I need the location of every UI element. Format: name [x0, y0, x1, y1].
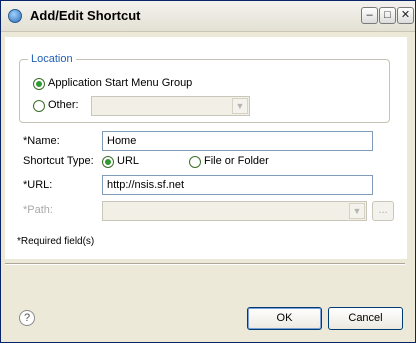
type-file-label[interactable]: File or Folder	[204, 155, 269, 167]
other-label[interactable]: Other:	[48, 99, 79, 111]
other-combo[interactable]: ▼	[91, 96, 250, 116]
type-url-radio[interactable]	[102, 156, 114, 168]
type-file-radio[interactable]	[189, 156, 201, 168]
maximize-icon: □	[384, 9, 391, 21]
url-label: *URL:	[23, 179, 53, 191]
path-label: *Path:	[23, 204, 53, 216]
help-icon: ?	[23, 312, 31, 324]
chevron-down-icon[interactable]: ▼	[232, 98, 248, 114]
shortcut-type-label: Shortcut Type:	[23, 155, 94, 167]
start-menu-radio[interactable]	[33, 78, 45, 90]
chevron-down-icon[interactable]: ▼	[349, 203, 365, 219]
footer-separator	[5, 263, 405, 265]
ok-button[interactable]: OK	[247, 307, 322, 330]
name-input[interactable]	[102, 131, 373, 151]
title-bar[interactable]: Add/Edit Shortcut – □ ✕	[1, 1, 415, 32]
name-label: *Name:	[23, 135, 60, 147]
path-combo[interactable]: ▼	[102, 201, 367, 221]
type-url-label[interactable]: URL	[117, 155, 139, 167]
window-title: Add/Edit Shortcut	[30, 8, 141, 23]
close-icon: ✕	[400, 9, 411, 21]
help-button[interactable]: ?	[19, 310, 35, 326]
close-button[interactable]: ✕	[397, 7, 414, 24]
start-menu-label[interactable]: Application Start Menu Group	[48, 77, 192, 89]
app-icon	[8, 9, 22, 23]
minimize-icon: –	[366, 9, 373, 21]
location-legend: Location	[28, 53, 76, 65]
required-note: *Required field(s)	[17, 236, 95, 247]
minimize-button[interactable]: –	[361, 7, 378, 24]
url-input[interactable]	[102, 175, 373, 195]
browse-button[interactable]: ...	[372, 201, 394, 221]
maximize-button[interactable]: □	[379, 7, 396, 24]
content-panel: Location Application Start Menu Group Ot…	[5, 37, 407, 259]
other-radio[interactable]	[33, 100, 45, 112]
cancel-button[interactable]: Cancel	[328, 307, 403, 330]
dialog-window: Add/Edit Shortcut – □ ✕ Location Applica…	[0, 0, 416, 343]
